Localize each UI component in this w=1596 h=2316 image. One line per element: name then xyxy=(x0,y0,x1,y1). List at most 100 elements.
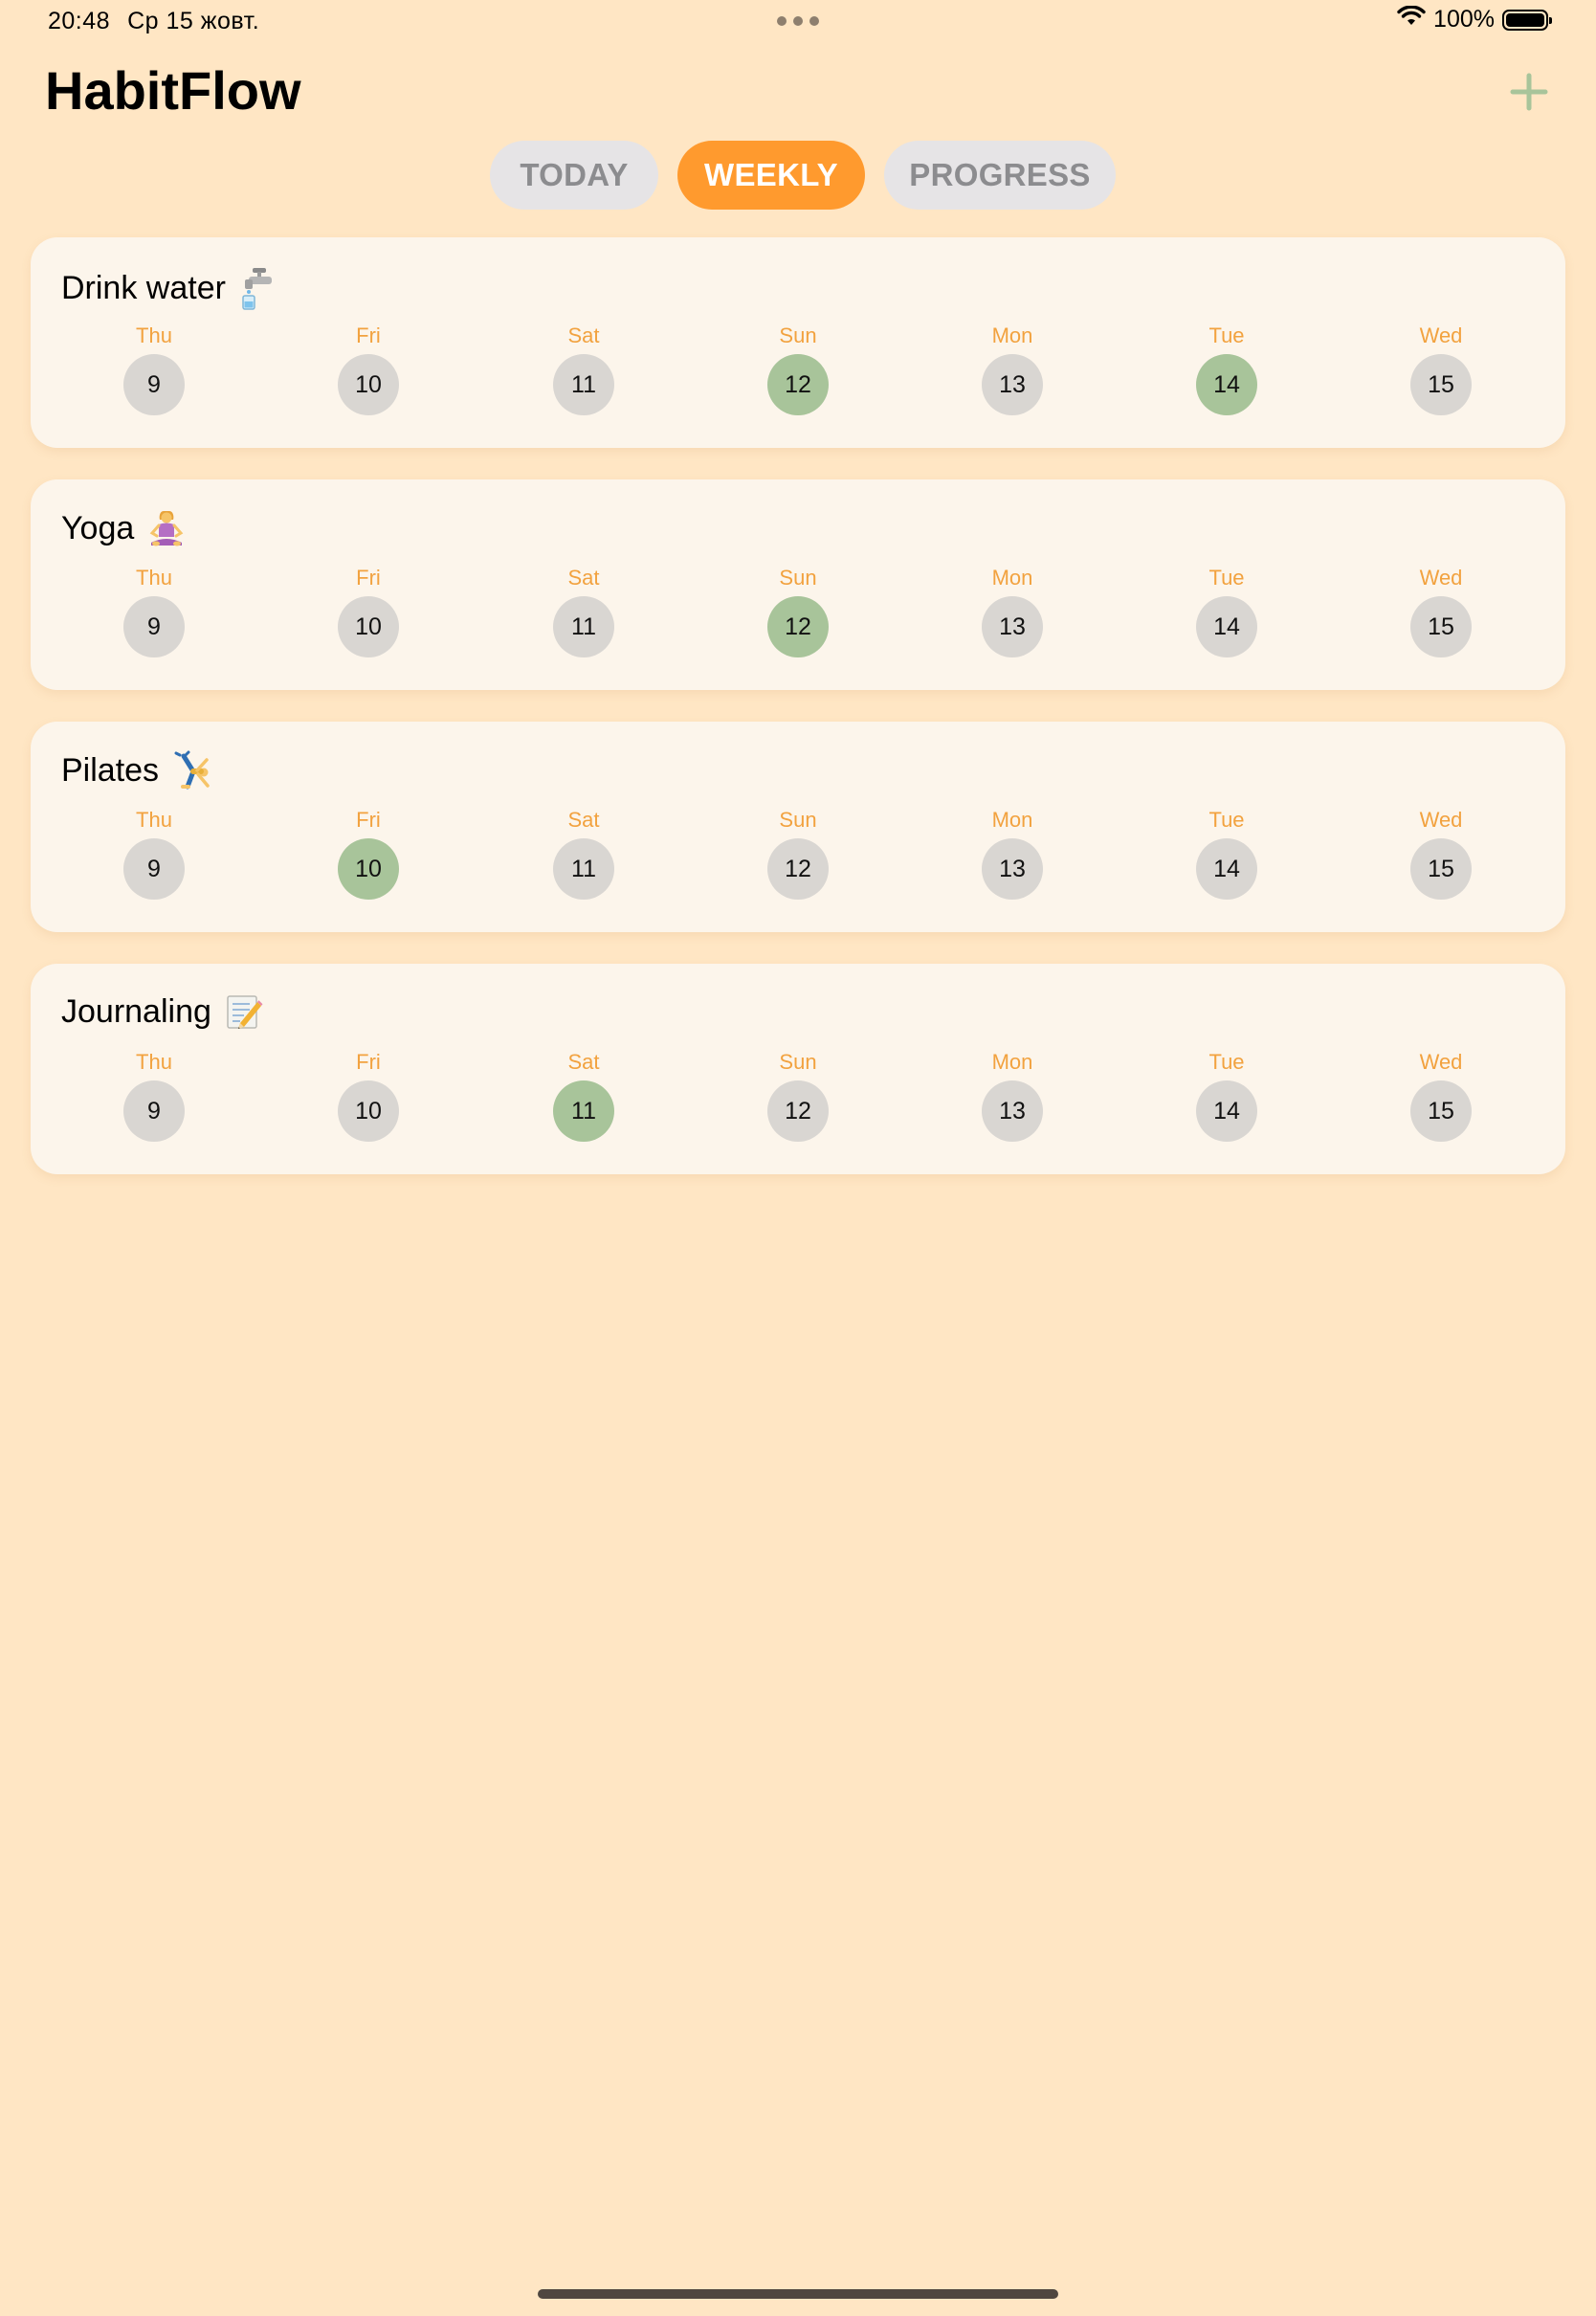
status-date: Ср 15 жовт. xyxy=(127,8,260,34)
day-toggle[interactable]: 15 xyxy=(1410,354,1472,415)
habit-card: Yoga Thu 9 Fri 10 Sat 11 Sun 12 Mon 13 Tue 14 xyxy=(31,479,1565,690)
day-thu: Thu 9 xyxy=(106,1048,202,1142)
day-toggle[interactable]: 13 xyxy=(982,1080,1043,1142)
cartwheel-person-icon xyxy=(172,750,214,791)
day-label: Wed xyxy=(1419,808,1463,832)
day-label: Tue xyxy=(1208,1050,1245,1074)
day-label: Thu xyxy=(136,1050,172,1074)
day-label: Thu xyxy=(136,566,172,590)
battery-icon xyxy=(1502,9,1552,31)
day-toggle[interactable]: 10 xyxy=(338,1080,399,1142)
dot-icon xyxy=(793,16,803,26)
day-fri: Fri 10 xyxy=(321,322,416,415)
day-toggle[interactable]: 15 xyxy=(1410,1080,1472,1142)
habit-name: Pilates xyxy=(61,751,160,789)
day-toggle[interactable]: 11 xyxy=(553,1080,614,1142)
multitasking-menu[interactable] xyxy=(777,16,819,26)
day-label: Sat xyxy=(567,566,600,590)
dot-icon xyxy=(809,16,819,26)
day-sat: Sat 11 xyxy=(536,1048,632,1142)
day-toggle[interactable]: 11 xyxy=(553,596,614,657)
day-toggle[interactable]: 14 xyxy=(1196,354,1257,415)
memo-icon xyxy=(225,992,263,1031)
day-label: Sat xyxy=(567,808,600,832)
tab-progress[interactable]: PROGRESS xyxy=(884,141,1116,210)
day-sat: Sat 11 xyxy=(536,564,632,657)
habit-card: Pilates Thu 9 Fri 10 Sat 11 Sun 12 Mon 13 Tue… xyxy=(31,722,1565,932)
day-sun: Sun 12 xyxy=(750,1048,846,1142)
day-toggle[interactable]: 15 xyxy=(1410,596,1472,657)
day-toggle[interactable]: 11 xyxy=(553,354,614,415)
day-toggle[interactable]: 12 xyxy=(767,838,829,900)
day-toggle[interactable]: 14 xyxy=(1196,1080,1257,1142)
day-toggle[interactable]: 9 xyxy=(123,596,185,657)
day-wed: Wed 15 xyxy=(1393,806,1489,900)
day-label: Wed xyxy=(1419,323,1463,347)
day-label: Wed xyxy=(1419,566,1463,590)
day-thu: Thu 9 xyxy=(106,564,202,657)
day-label: Fri xyxy=(356,566,381,590)
day-label: Tue xyxy=(1208,566,1245,590)
day-label: Mon xyxy=(991,1050,1033,1074)
day-toggle[interactable]: 12 xyxy=(767,354,829,415)
status-indicators: 100% xyxy=(1397,5,1552,33)
day-toggle[interactable]: 11 xyxy=(553,838,614,900)
day-label: Fri xyxy=(356,1050,381,1074)
day-label: Fri xyxy=(356,808,381,832)
day-fri: Fri 10 xyxy=(321,564,416,657)
day-toggle[interactable]: 10 xyxy=(338,354,399,415)
day-toggle[interactable]: 12 xyxy=(767,1080,829,1142)
day-toggle[interactable]: 15 xyxy=(1410,838,1472,900)
day-label: Sat xyxy=(567,1050,600,1074)
habit-name: Yoga xyxy=(61,509,135,546)
day-toggle[interactable]: 10 xyxy=(338,838,399,900)
day-sun: Sun 12 xyxy=(750,564,846,657)
day-wed: Wed 15 xyxy=(1393,322,1489,415)
day-toggle[interactable]: 13 xyxy=(982,838,1043,900)
day-label: Mon xyxy=(991,808,1033,832)
day-toggle[interactable]: 12 xyxy=(767,596,829,657)
view-tabs: TODAY WEEKLY PROGRESS xyxy=(0,141,1596,210)
day-label: Mon xyxy=(991,566,1033,590)
faucet-icon xyxy=(239,266,277,310)
habit-title: Yoga xyxy=(61,508,186,548)
day-label: Mon xyxy=(991,323,1033,347)
day-toggle[interactable]: 10 xyxy=(338,596,399,657)
day-toggle[interactable]: 9 xyxy=(123,838,185,900)
add-habit-button[interactable] xyxy=(1502,67,1556,121)
day-tue: Tue 14 xyxy=(1179,322,1275,415)
day-label: Sun xyxy=(779,1050,817,1074)
day-label: Tue xyxy=(1208,808,1245,832)
battery-percent: 100% xyxy=(1433,6,1495,33)
day-tue: Tue 14 xyxy=(1179,1048,1275,1142)
day-thu: Thu 9 xyxy=(106,806,202,900)
plus-icon xyxy=(1509,72,1549,117)
tab-today[interactable]: TODAY xyxy=(490,141,658,210)
habit-title: Journaling xyxy=(61,992,263,1031)
day-sat: Sat 11 xyxy=(536,322,632,415)
day-label: Sun xyxy=(779,808,817,832)
day-toggle[interactable]: 13 xyxy=(982,596,1043,657)
habit-list: Drink water Thu 9 Fri 10 Sat 11 Sun 12 Mon 13… xyxy=(31,237,1565,1206)
day-toggle[interactable]: 13 xyxy=(982,354,1043,415)
day-label: Sat xyxy=(567,323,600,347)
day-label: Sun xyxy=(779,566,817,590)
habit-name: Drink water xyxy=(61,269,226,306)
day-tue: Tue 14 xyxy=(1179,564,1275,657)
day-label: Thu xyxy=(136,808,172,832)
habit-name: Journaling xyxy=(61,992,211,1030)
day-toggle[interactable]: 14 xyxy=(1196,596,1257,657)
day-sun: Sun 12 xyxy=(750,322,846,415)
wifi-icon xyxy=(1397,5,1426,33)
status-time: 20:48 xyxy=(48,8,111,34)
habit-card: Drink water Thu 9 Fri 10 Sat 11 Sun 12 Mon 13… xyxy=(31,237,1565,448)
home-indicator[interactable] xyxy=(538,2289,1058,2299)
tab-weekly[interactable]: WEEKLY xyxy=(677,141,865,210)
day-toggle[interactable]: 9 xyxy=(123,1080,185,1142)
day-toggle[interactable]: 14 xyxy=(1196,838,1257,900)
day-mon: Mon 13 xyxy=(964,806,1060,900)
app-title: HabitFlow xyxy=(45,60,301,121)
day-toggle[interactable]: 9 xyxy=(123,354,185,415)
day-wed: Wed 15 xyxy=(1393,564,1489,657)
day-sun: Sun 12 xyxy=(750,806,846,900)
